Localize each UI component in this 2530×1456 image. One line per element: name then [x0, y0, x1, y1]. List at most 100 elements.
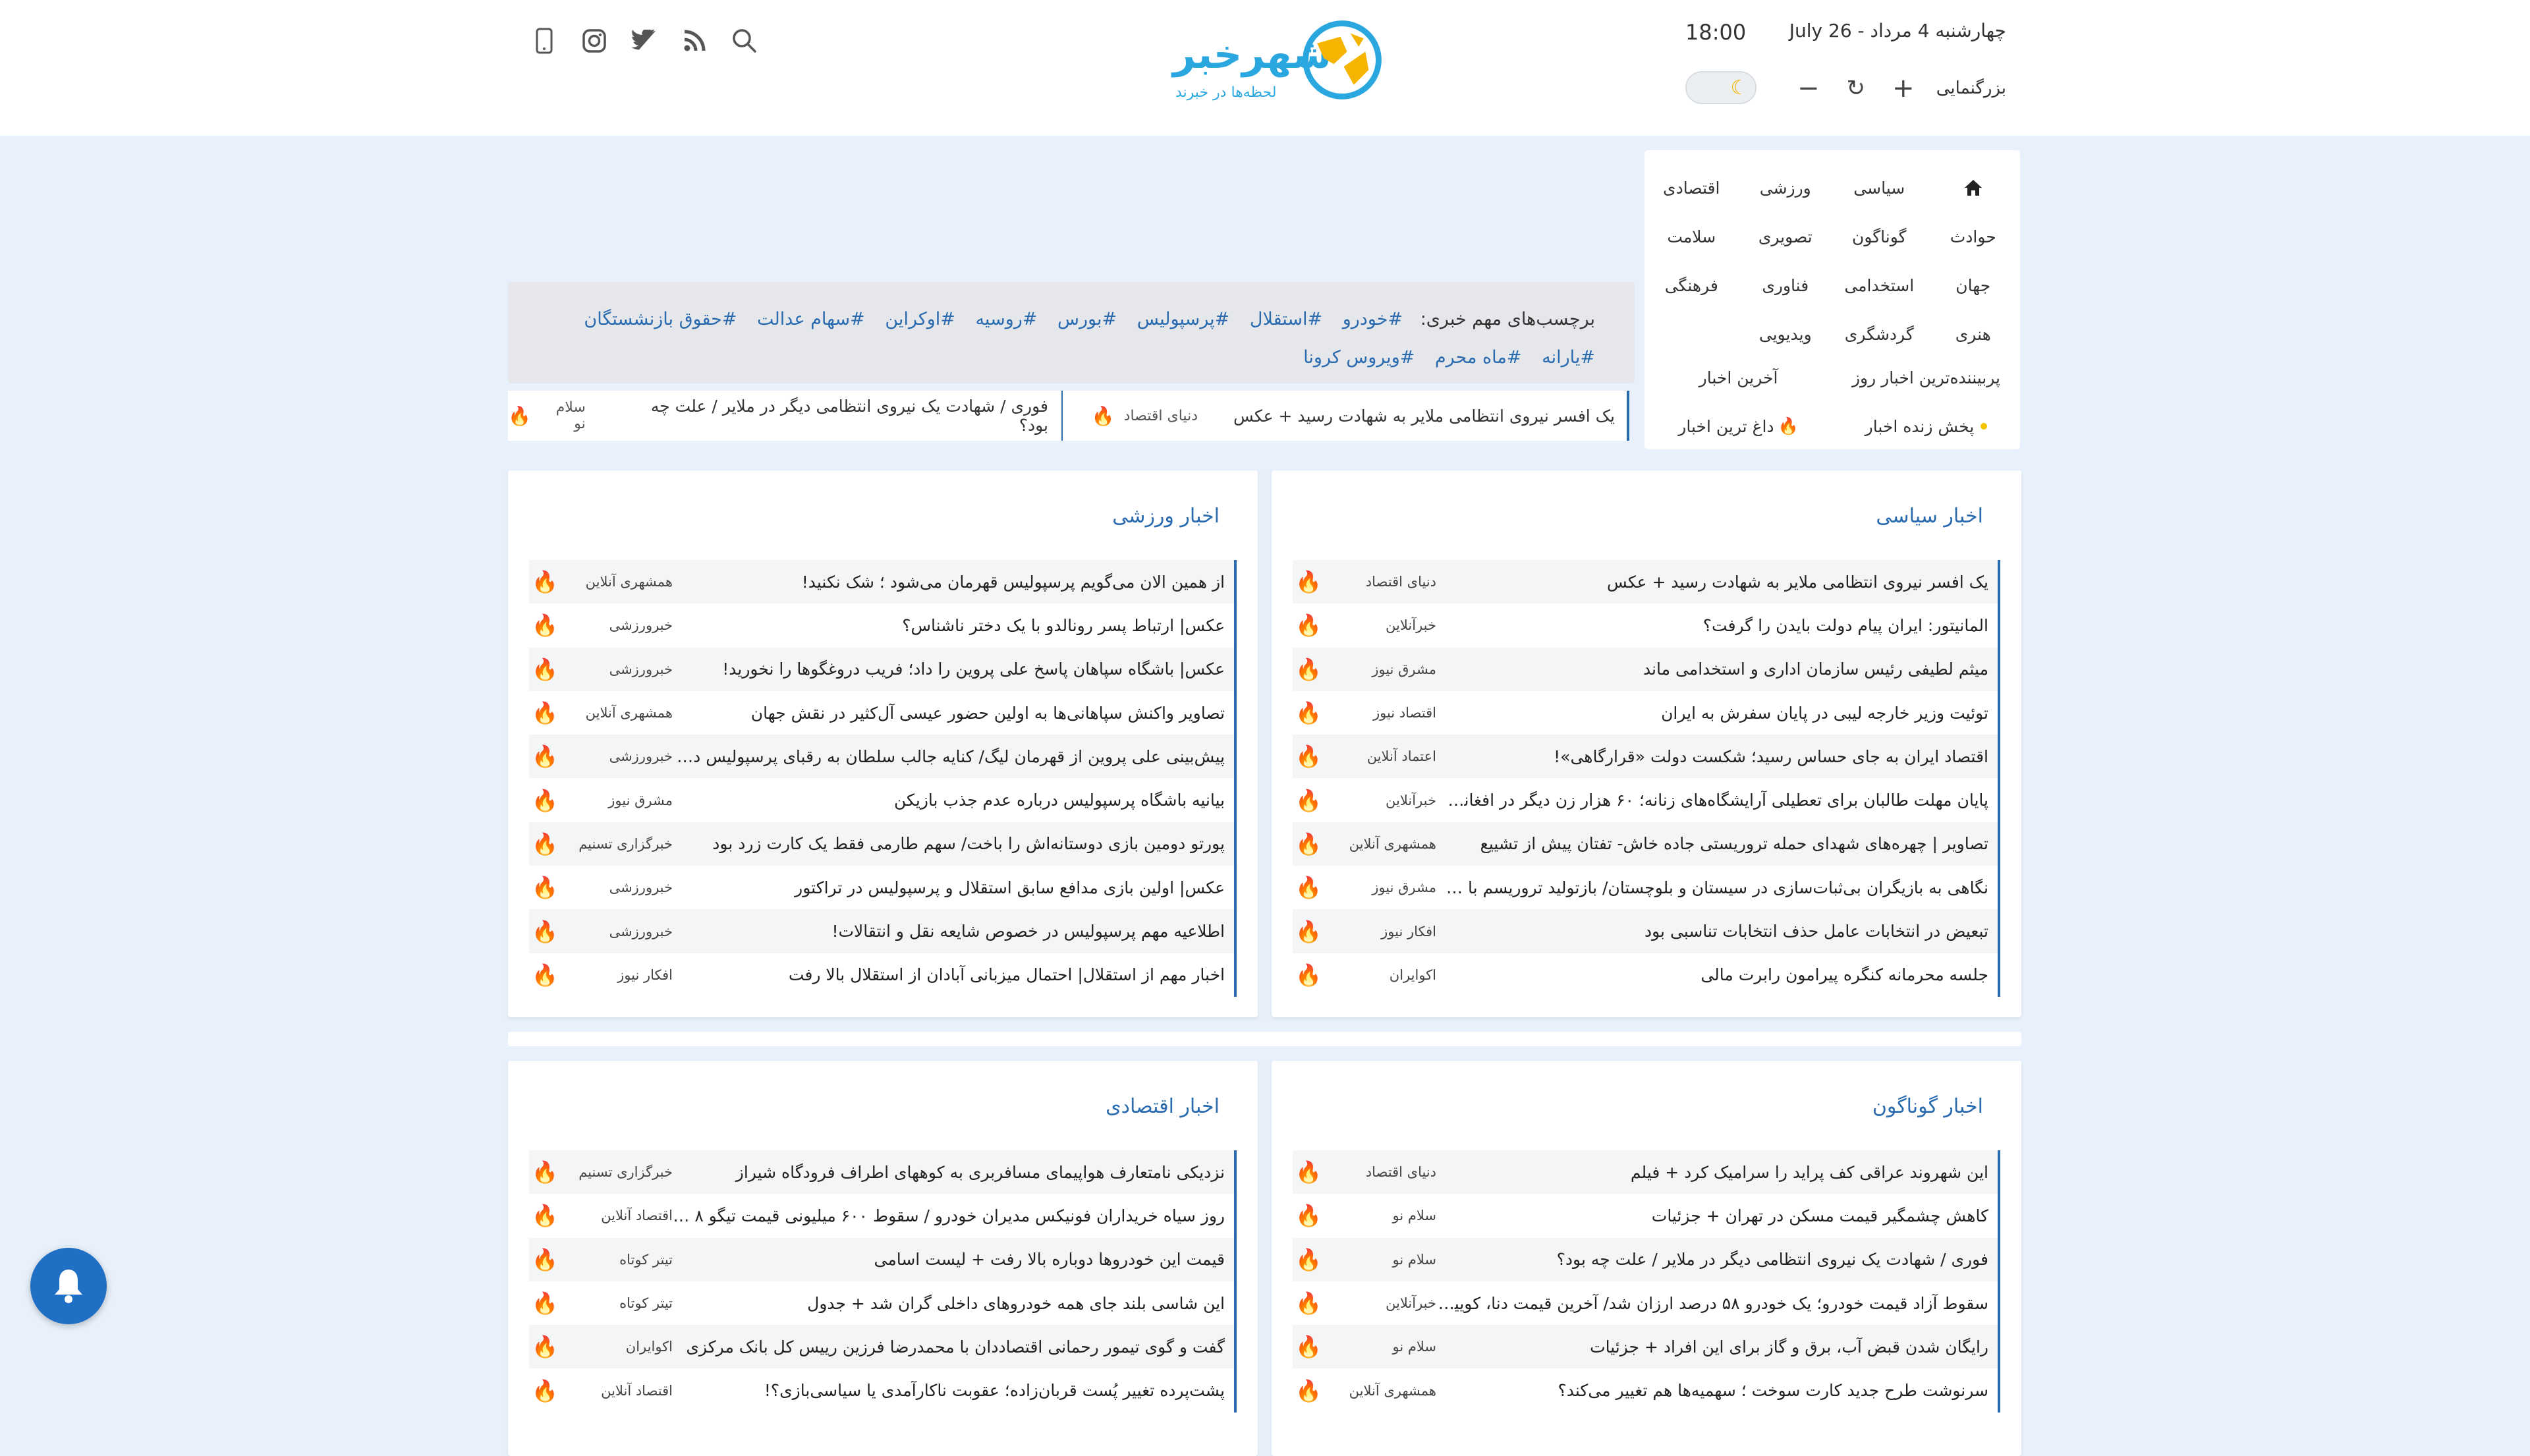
nav-tourism[interactable]: گردشگری — [1832, 310, 1926, 358]
ticker-item[interactable]: یک افسر نیروی انتظامی ملایر به شهادت رسی… — [1092, 391, 1629, 441]
tag-link[interactable]: #اوکراین — [885, 309, 955, 329]
news-row[interactable]: این شهروند عراقی کف پراید را سرامیک کرد … — [1293, 1150, 2000, 1194]
news-row[interactable]: جلسه محرمانه کنگره پیرامون رابرت مالی اکو… — [1293, 953, 2000, 997]
category-grid: سیاسی ورزشی اقتصادی حوادث گوناگون تصویری… — [1644, 163, 2020, 358]
news-row[interactable]: قیمت این خودروها دوباره بالا رفت + لیست … — [529, 1237, 1237, 1281]
news-row[interactable]: المانیتور: ایران پیام دولت بایدن را گرفت… — [1293, 603, 2000, 648]
news-row[interactable]: این شاسی بلند جای همه خودروهای داخلی گرا… — [529, 1281, 1237, 1326]
news-title: جلسه محرمانه کنگره پیرامون رابرت مالی — [1701, 965, 1988, 985]
zoom-reset-button[interactable]: ↻ — [1841, 74, 1870, 103]
news-title: میثم لطیفی رئیس سازمان اداری و استخدامی … — [1643, 659, 1988, 679]
news-row[interactable]: یک افسر نیروی انتظامی ملایر به شهادت رسی… — [1293, 560, 2000, 604]
zoom-in-button[interactable]: + — [1889, 73, 1918, 103]
fire-icon: 🔥 — [1295, 962, 1322, 988]
site-header: چهارشنبه 4 مرداد - 26 July 18:00 بزرگنما… — [0, 0, 2530, 136]
nav-latest[interactable]: آخرین اخبار — [1644, 353, 1832, 402]
tag-link[interactable]: #سهام عدالت — [757, 309, 865, 329]
nav-art[interactable]: هنری — [1926, 310, 2021, 358]
news-row[interactable]: پایان مهلت طالبان برای تعطیلی آرایشگاه‌ه… — [1293, 778, 2000, 822]
tag-link[interactable]: #ماه محرم — [1435, 347, 1522, 368]
news-row[interactable]: روز سیاه خریداران فونیکس مدیران خودرو / … — [529, 1194, 1237, 1238]
news-row[interactable]: پیش‌بینی علی پروین از قهرمان لیگ/ کنایه … — [529, 735, 1237, 779]
politics-news-card: اخبار سیاسی یک افسر نیروی انتظامی ملایر … — [1272, 470, 2021, 1017]
news-title: المانیتور: ایران پیام دولت بایدن را گرفت… — [1702, 615, 1988, 635]
politics-section-title[interactable]: اخبار سیاسی — [1876, 505, 1983, 528]
nav-misc[interactable]: گوناگون — [1832, 212, 1926, 261]
category-nav: سیاسی ورزشی اقتصادی حوادث گوناگون تصویری… — [1644, 150, 2020, 449]
nav-economy[interactable]: اقتصادی — [1644, 163, 1739, 212]
politics-news-list: یک افسر نیروی انتظامی ملایر به شهادت رسی… — [1293, 560, 2000, 997]
fire-icon: 🔥 — [532, 1246, 558, 1272]
news-title: عکس| باشگاه سپاهان پاسخ علی پروین را داد… — [722, 659, 1225, 679]
news-title: روز سیاه خریداران فونیکس مدیران خودرو / … — [673, 1206, 1225, 1225]
tag-link[interactable]: #روسیه — [975, 309, 1037, 329]
news-title: پیش‌بینی علی پروین از قهرمان لیگ/ کنایه … — [673, 746, 1225, 766]
sports-section-title[interactable]: اخبار ورزشی — [1112, 505, 1220, 528]
news-title: سرنوشت طرح جدید کارت سوخت ؛ سهمیه‌ها هم … — [1558, 1381, 1988, 1401]
tag-link[interactable]: #بورس — [1057, 309, 1117, 329]
news-row[interactable]: عکس| باشگاه سپاهان پاسخ علی پروین را داد… — [529, 647, 1237, 691]
news-source: خبرورزشی — [609, 923, 673, 939]
tag-link[interactable]: #حقوق بازنشستگان — [584, 309, 737, 329]
tag-link[interactable]: #ویروس کرونا — [1303, 347, 1415, 368]
tag-link[interactable]: #پرسپولیس — [1137, 309, 1230, 329]
nav-technology[interactable]: فناوری — [1739, 261, 1833, 310]
twitter-icon[interactable] — [630, 26, 659, 55]
news-row[interactable]: اخبار مهم از استقلال| احتمال میزبانی آبا… — [529, 953, 1237, 997]
news-row[interactable]: از همین الان می‌گویم پرسپولیس قهرمان می‌… — [529, 560, 1237, 604]
nav-live[interactable]: پخش زنده اخبار — [1832, 402, 2020, 451]
tags-title: برچسب‌های مهم خبری: — [1420, 309, 1595, 329]
news-row[interactable]: میثم لطیفی رئیس سازمان اداری و استخدامی … — [1293, 647, 2000, 691]
news-row[interactable]: سقوط آزاد قیمت خودرو؛ یک خودرو ۵۸ درصد ا… — [1293, 1281, 2000, 1326]
news-row[interactable]: پشت‌پرده تغییر پُست قربان‌زاده؛ عقوبت نا… — [529, 1368, 1237, 1413]
news-row[interactable]: اطلاعیه مهم پرسپولیس در خصوص شایعه نقل و… — [529, 909, 1237, 953]
tag-link[interactable]: #استقلال — [1250, 309, 1322, 329]
news-row[interactable]: نزدیکی نامتعارف هواپیمای مسافربری به کوه… — [529, 1150, 1237, 1194]
notification-button[interactable] — [30, 1248, 107, 1324]
ticker-item[interactable]: فوری / شهادت یک نیروی انتظامی دیگر در مل… — [508, 391, 1063, 441]
nav-hot[interactable]: 🔥 داغ ترین اخبار — [1644, 402, 1832, 451]
zoom-out-button[interactable]: − — [1794, 73, 1823, 103]
instagram-icon[interactable] — [580, 26, 609, 55]
nav-sports[interactable]: ورزشی — [1739, 163, 1833, 212]
nav-culture[interactable]: فرهنگی — [1644, 261, 1739, 310]
nav-incidents[interactable]: حوادث — [1926, 212, 2021, 261]
misc-section-title[interactable]: اخبار گوناگون — [1872, 1095, 1983, 1118]
tag-link[interactable]: #یارانه — [1542, 347, 1595, 368]
news-row[interactable]: سرنوشت طرح جدید کارت سوخت ؛ سهمیه‌ها هم … — [1293, 1368, 2000, 1413]
tag-link[interactable]: #خودرو — [1343, 309, 1403, 329]
news-row[interactable]: پورتو دومین بازی دوستانه‌اش را باخت/ سهم… — [529, 822, 1237, 866]
economy-section-title[interactable]: اخبار اقتصادی — [1106, 1095, 1220, 1118]
nav-video[interactable]: ویدیویی — [1739, 310, 1833, 358]
nav-world[interactable]: جهان — [1926, 261, 2021, 310]
mobile-icon[interactable] — [530, 26, 559, 55]
news-title: اطلاعیه مهم پرسپولیس در خصوص شایعه نقل و… — [831, 922, 1225, 941]
nav-politics[interactable]: سیاسی — [1832, 163, 1926, 212]
news-ticker: یک افسر نیروی انتظامی ملایر به شهادت رسی… — [508, 391, 1629, 441]
news-row[interactable]: عکس| ارتباط پسر رونالدو با یک دختر ناشنا… — [529, 603, 1237, 648]
news-row[interactable]: تصاویر | چهره‌های شهدای حمله تروریستی جا… — [1293, 822, 2000, 866]
news-source: اقتصاد نیوز — [1372, 705, 1436, 721]
search-icon[interactable] — [730, 26, 759, 55]
news-row[interactable]: عکس| اولین بازی مدافع سابق استقلال و پرس… — [529, 866, 1237, 910]
news-row[interactable]: کاهش چشمگیر قیمت مسکن در تهران + جزئیات س… — [1293, 1194, 2000, 1238]
dark-mode-toggle[interactable]: ☾ — [1685, 71, 1757, 104]
news-row[interactable]: توئیت وزیر خارجه لیبی در پایان سفرش به ا… — [1293, 690, 2000, 735]
news-row[interactable]: نگاهی به بازیگران بی‌ثبات‌سازی در سیستان… — [1293, 866, 2000, 910]
news-row[interactable]: رایگان شدن قبض آب، برق و گاز برای این اف… — [1293, 1325, 2000, 1369]
news-row[interactable]: تبعیض در انتخابات عامل حذف انتخابات تناس… — [1293, 909, 2000, 953]
fire-icon: 🔥 — [532, 875, 558, 901]
nav-most-viewed[interactable]: پربیننده‌ترین اخبار روز — [1832, 353, 2020, 402]
news-row[interactable]: تصاویر واکنش سپاهانی‌ها به اولین حضور عی… — [529, 690, 1237, 735]
fire-icon: 🔥 — [1295, 1160, 1322, 1185]
news-row[interactable]: اقتصاد ایران به جای حساس رسید؛ شکست دولت… — [1293, 735, 2000, 779]
nav-photo[interactable]: تصویری — [1739, 212, 1833, 261]
rss-icon[interactable] — [680, 26, 709, 55]
nav-health[interactable]: سلامت — [1644, 212, 1739, 261]
nav-home[interactable] — [1926, 163, 2021, 212]
news-row[interactable]: گفت و گوی تیمور رحمانی اقتصاددان با محمد… — [529, 1325, 1237, 1369]
nav-employment[interactable]: استخدامی — [1832, 261, 1926, 310]
site-logo[interactable]: شهرخبر لحظه‌ها در خبرند — [1173, 18, 1384, 104]
news-row[interactable]: بیانیه باشگاه پرسپولیس درباره عدم جذب با… — [529, 778, 1237, 822]
news-row[interactable]: فوری / شهادت یک نیروی انتظامی دیگر در مل… — [1293, 1237, 2000, 1281]
